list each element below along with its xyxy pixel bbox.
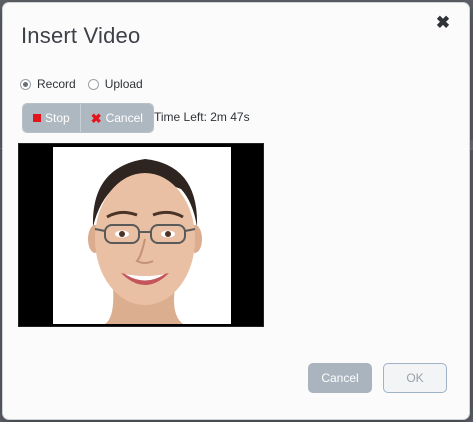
- ok-button[interactable]: OK: [383, 363, 447, 393]
- dialog-title: Insert Video: [21, 23, 141, 48]
- cancel-button[interactable]: Cancel: [308, 363, 372, 393]
- stop-button[interactable]: Stop: [23, 104, 80, 132]
- stop-icon: [33, 114, 41, 122]
- cancel-x-icon: ✖: [90, 110, 102, 126]
- radio-record-label: Record: [37, 77, 76, 91]
- recording-controls: Stop ✖ Cancel: [22, 103, 154, 133]
- radio-record[interactable]: Record: [20, 77, 76, 91]
- source-selector: Record Upload: [20, 77, 155, 91]
- camera-frame: [53, 147, 231, 324]
- cancel-recording-button[interactable]: ✖ Cancel: [79, 104, 153, 132]
- radio-upload-label: Upload: [104, 77, 143, 91]
- video-preview: [18, 143, 264, 327]
- radio-upload-indicator[interactable]: [87, 78, 99, 90]
- time-left: Time Left: 2m 47s: [154, 110, 250, 124]
- radio-record-indicator[interactable]: [20, 78, 31, 90]
- stop-label: Stop: [45, 111, 70, 125]
- cancel-recording-label: Cancel: [105, 111, 143, 125]
- insert-video-dialog: Insert Video ✖ Record Upload Stop ✖ Canc…: [3, 3, 469, 419]
- webcam-image: [88, 159, 202, 324]
- radio-upload[interactable]: Upload: [87, 77, 143, 91]
- close-icon[interactable]: ✖: [435, 14, 451, 31]
